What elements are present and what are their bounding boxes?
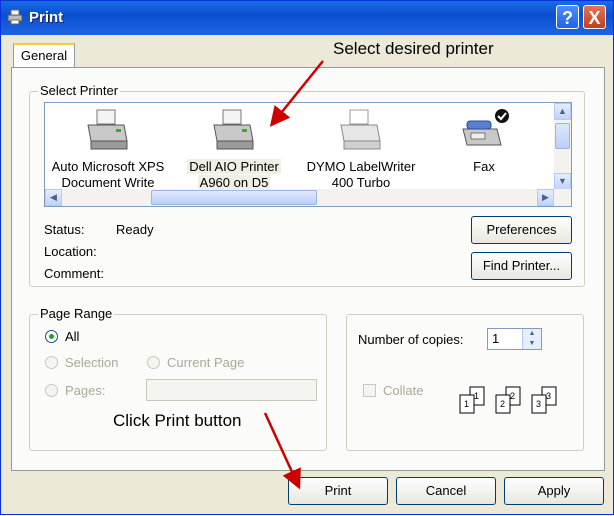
stepper-down-icon[interactable]: ▼ [522, 339, 541, 349]
tab-general[interactable]: General [13, 43, 75, 67]
comment-label: Comment: [44, 266, 104, 281]
scroll-right-icon[interactable]: ▶ [537, 189, 554, 206]
radio-current-page-label[interactable]: Current Page [167, 355, 244, 370]
status-label: Status: [44, 222, 85, 237]
printer-item[interactable]: DYMO LabelWriter 400 Turbo [296, 103, 426, 190]
preferences-button[interactable]: Preferences [471, 216, 572, 244]
printer-icon [7, 9, 23, 25]
printer-icon [340, 109, 381, 150]
collate-label[interactable]: Collate [383, 383, 423, 398]
printer-name-line2: 400 Turbo [331, 175, 391, 190]
copies-stepper[interactable]: 1 ▲ ▼ [487, 328, 542, 350]
radio-selection-label[interactable]: Selection [65, 355, 118, 370]
printer-item-selected[interactable]: Dell AIO Printer A960 on D5 [169, 103, 299, 190]
collate-pages-icon: 1 1 2 2 3 3 [459, 386, 557, 414]
radio-all[interactable] [45, 330, 58, 343]
page-range-legend: Page Range [38, 306, 115, 321]
radio-selection[interactable] [45, 356, 58, 369]
printer-name-line2: Document Write [61, 175, 155, 190]
pages-input[interactable] [146, 379, 317, 401]
printer-name-line2: A960 on D5 [197, 175, 271, 190]
copies-label: Number of copies: [358, 332, 464, 347]
vertical-scrollbar[interactable]: ▲ ▼ [554, 103, 571, 190]
window-title: Print [29, 9, 64, 26]
printer-item[interactable]: Fax [419, 103, 549, 189]
printer-list[interactable]: Auto Microsoft XPS Document Write Dell A… [44, 102, 572, 207]
scroll-left-icon[interactable]: ◀ [45, 189, 62, 206]
title-bar[interactable]: Print ? X [1, 1, 613, 35]
annotation-select-printer: Select desired printer [333, 39, 494, 58]
annotation-click-print: Click Print button [113, 411, 242, 430]
copies-value[interactable]: 1 [492, 331, 499, 346]
svg-text:3: 3 [536, 399, 541, 409]
print-button[interactable]: Print [288, 477, 388, 505]
printer-name-line1: Fax [473, 159, 495, 174]
horizontal-scroll-thumb[interactable] [151, 190, 317, 205]
printer-icon [87, 109, 128, 150]
svg-text:1: 1 [464, 399, 469, 409]
radio-pages-label[interactable]: Pages: [65, 383, 105, 398]
radio-all-label[interactable]: All [65, 329, 79, 344]
svg-text:2: 2 [500, 399, 505, 409]
printer-item[interactable]: Auto Microsoft XPS Document Write [45, 103, 173, 190]
fax-icon [462, 109, 509, 146]
collate-checkbox[interactable] [363, 384, 376, 397]
print-dialog: Print ? X General Select Printer Auto Mi… [0, 0, 614, 515]
svg-text:3: 3 [546, 391, 551, 401]
svg-text:2: 2 [510, 391, 515, 401]
find-printer-button[interactable]: Find Printer... [471, 252, 572, 280]
cancel-button[interactable]: Cancel [396, 477, 496, 505]
printer-name-line1: Auto Microsoft XPS [51, 159, 165, 174]
printer-name-line2 [482, 175, 486, 190]
radio-pages[interactable] [45, 384, 58, 397]
status-value: Ready [116, 222, 154, 237]
select-printer-legend: Select Printer [38, 83, 121, 98]
vertical-scroll-thumb[interactable] [555, 123, 570, 149]
radio-current-page[interactable] [147, 356, 160, 369]
printer-icon [213, 109, 254, 150]
horizontal-scrollbar[interactable]: ◀ ▶ [45, 189, 571, 206]
printer-name-line1: DYMO LabelWriter [306, 159, 416, 174]
scroll-up-icon[interactable]: ▲ [554, 103, 571, 120]
scroll-down-icon[interactable]: ▼ [554, 173, 571, 190]
location-label: Location: [44, 244, 97, 259]
svg-text:1: 1 [474, 391, 479, 401]
close-button[interactable]: X [583, 5, 606, 29]
printer-name-line1: Dell AIO Printer [187, 159, 281, 174]
help-button[interactable]: ? [556, 5, 579, 29]
apply-button[interactable]: Apply [504, 477, 604, 505]
